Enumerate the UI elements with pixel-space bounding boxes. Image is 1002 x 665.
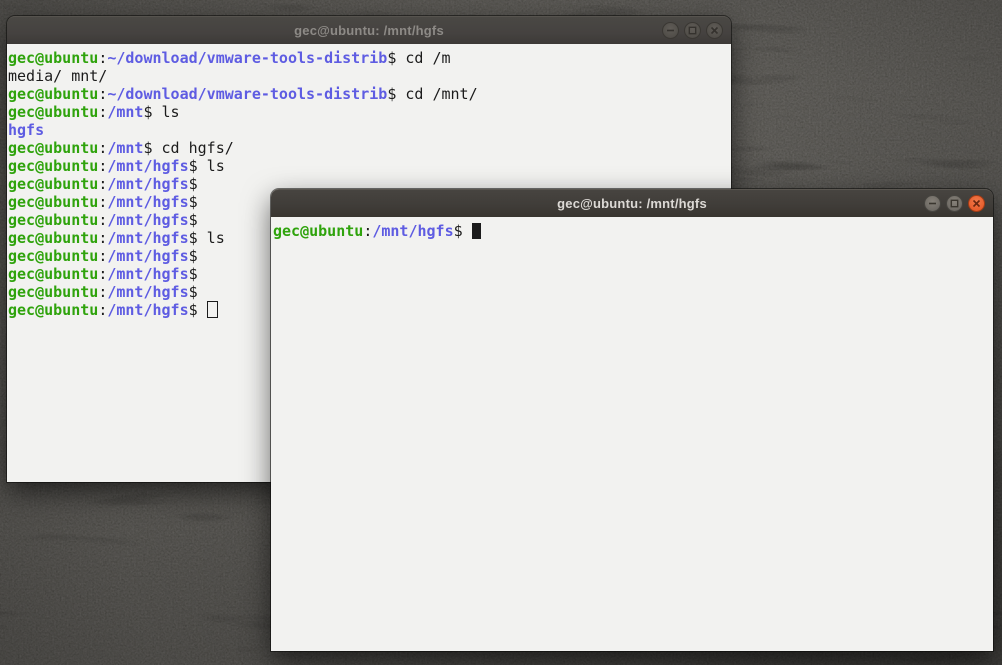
terminal-text-segment: hgfs [8, 121, 44, 139]
terminal-text-segment: /mnt/hgfs [107, 265, 188, 283]
terminal-text-segment: : [98, 193, 107, 211]
terminal-text-segment: : [98, 301, 107, 319]
titlebar[interactable]: gec@ubuntu: /mnt/hgfs [7, 16, 731, 44]
terminal-text-segment: : [363, 222, 372, 240]
terminal-line: hgfs [8, 121, 731, 139]
terminal-text-segment: /mnt/hgfs [107, 247, 188, 265]
terminal-text-segment: gec@ubuntu [8, 49, 98, 67]
terminal-text-segment: /mnt/hgfs [107, 193, 188, 211]
terminal-text-segment: : [98, 265, 107, 283]
maximize-icon [688, 26, 697, 35]
terminal-text-segment: gec@ubuntu [8, 265, 98, 283]
terminal-text-segment: $ [454, 222, 472, 240]
terminal-text-segment: gec@ubuntu [8, 283, 98, 301]
terminal-text-segment: : [98, 85, 107, 103]
terminal-text-segment: /mnt [107, 139, 143, 157]
terminal-text-segment: : [98, 229, 107, 247]
terminal-text-segment: $ [189, 175, 198, 193]
terminal-text-segment: : [98, 211, 107, 229]
terminal-text-segment: /mnt/hgfs [107, 175, 188, 193]
window-title: gec@ubuntu: /mnt/hgfs [557, 196, 707, 211]
terminal-text-segment: gec@ubuntu [273, 222, 363, 240]
terminal-text-segment: $ cd /mnt/ [387, 85, 477, 103]
window-title: gec@ubuntu: /mnt/hgfs [294, 23, 444, 38]
terminal-text-segment: $ [189, 283, 198, 301]
terminal-text-segment: gec@ubuntu [8, 157, 98, 175]
terminal-line: gec@ubuntu:~/download/vmware-tools-distr… [8, 85, 731, 103]
terminal-text-segment: : [98, 49, 107, 67]
terminal-text-segment: /mnt/hgfs [107, 211, 188, 229]
terminal-text-segment: $ [189, 211, 198, 229]
terminal-text-segment: : [98, 139, 107, 157]
terminal-line: gec@ubuntu:~/download/vmware-tools-distr… [8, 49, 731, 67]
maximize-button[interactable] [946, 195, 963, 212]
terminal-text-segment: $ [189, 301, 207, 319]
terminal-text-segment: $ [189, 247, 198, 265]
terminal-line: gec@ubuntu:/mnt$ ls [8, 103, 731, 121]
terminal-text-segment: ~/download/vmware-tools-distrib [107, 85, 387, 103]
minimize-icon [928, 199, 937, 208]
terminal-text-segment: /mnt [107, 103, 143, 121]
terminal-text-segment: $ cd hgfs/ [143, 139, 233, 157]
terminal-line: gec@ubuntu:/mnt$ cd hgfs/ [8, 139, 731, 157]
terminal-line: gec@ubuntu:/mnt/hgfs$ [273, 222, 993, 240]
terminal-text-segment: gec@ubuntu [8, 301, 98, 319]
titlebar[interactable]: gec@ubuntu: /mnt/hgfs [271, 189, 993, 217]
terminal-text-segment: $ ls [143, 103, 179, 121]
terminal-text-segment: ~/download/vmware-tools-distrib [107, 49, 387, 67]
terminal-text-segment: : [98, 247, 107, 265]
close-button[interactable] [968, 195, 985, 212]
terminal-text-segment: : [98, 175, 107, 193]
terminal-text-segment: /mnt/hgfs [107, 301, 188, 319]
terminal-text-segment: gec@ubuntu [8, 211, 98, 229]
terminal-text-segment: $ ls [189, 229, 225, 247]
terminal-line: media/ mnt/ [8, 67, 731, 85]
terminal-text-segment: $ cd /m [387, 49, 450, 67]
terminal-text-segment: gec@ubuntu [8, 229, 98, 247]
terminal-cursor-block [472, 223, 481, 239]
minimize-button[interactable] [662, 22, 679, 39]
terminal-cursor-hollow [207, 301, 218, 318]
terminal-text-segment: gec@ubuntu [8, 247, 98, 265]
terminal-text-segment: $ [189, 265, 198, 283]
window-controls [924, 190, 985, 217]
terminal-line: gec@ubuntu:/mnt/hgfs$ ls [8, 157, 731, 175]
terminal-text-segment: $ ls [189, 157, 225, 175]
terminal-text-segment: : [98, 157, 107, 175]
minimize-icon [666, 26, 675, 35]
window-controls [662, 17, 723, 44]
close-button[interactable] [706, 22, 723, 39]
terminal-text-segment: : [98, 283, 107, 301]
terminal-text-segment: gec@ubuntu [8, 139, 98, 157]
close-icon [972, 199, 981, 208]
maximize-button[interactable] [684, 22, 701, 39]
terminal-text-segment: : [98, 103, 107, 121]
terminal-text-segment: /mnt/hgfs [372, 222, 453, 240]
terminal-text-segment: /mnt/hgfs [107, 283, 188, 301]
maximize-icon [950, 199, 959, 208]
close-icon [710, 26, 719, 35]
minimize-button[interactable] [924, 195, 941, 212]
terminal-text-segment: $ [189, 193, 198, 211]
terminal-text-segment: gec@ubuntu [8, 85, 98, 103]
terminal-text-segment: /mnt/hgfs [107, 229, 188, 247]
terminal-text-segment: media/ mnt/ [8, 67, 107, 85]
terminal-text-segment: gec@ubuntu [8, 193, 98, 211]
terminal-text-segment: gec@ubuntu [8, 103, 98, 121]
terminal-window-front: gec@ubuntu: /mnt/hgfs gec@ubuntu:/mnt/hg… [271, 189, 993, 651]
terminal-text-segment: /mnt/hgfs [107, 157, 188, 175]
terminal-screen[interactable]: gec@ubuntu:/mnt/hgfs$ [271, 217, 993, 651]
terminal-text-segment: gec@ubuntu [8, 175, 98, 193]
